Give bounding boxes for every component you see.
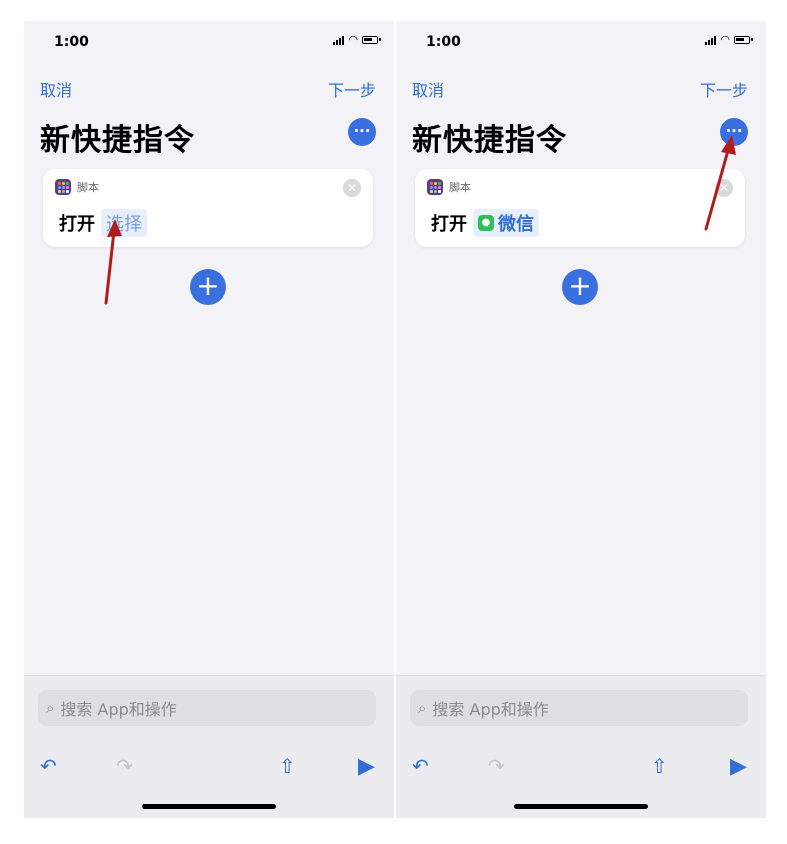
signal-icon (333, 35, 345, 45)
battery-icon (362, 36, 381, 44)
wifi-icon: ◠ (348, 33, 358, 46)
selected-app-chip[interactable]: ● 微信 (473, 209, 539, 237)
action-card-body: 打开 ● 微信 (431, 209, 539, 237)
run-icon[interactable]: ▶ (730, 754, 747, 779)
redo-icon[interactable]: ↷ (488, 754, 505, 778)
status-time: 1:00 (54, 34, 89, 50)
run-icon[interactable]: ▶ (358, 754, 375, 779)
action-category-label: 脚本 (77, 181, 99, 194)
search-icon: ⌕ (46, 699, 55, 717)
search-placeholder: 搜索 App和操作 (60, 700, 177, 719)
share-icon[interactable]: ⇧ (279, 754, 296, 778)
status-icons: ◠ (705, 33, 753, 46)
undo-icon[interactable]: ↶ (40, 754, 57, 778)
close-icon[interactable]: ✕ (343, 179, 361, 197)
action-card-header: 脚本 (427, 179, 471, 195)
action-category-label: 脚本 (449, 181, 471, 194)
cancel-button[interactable]: 取消 (40, 77, 72, 101)
annotation-arrow (104, 219, 122, 305)
bottom-panel: ⌕ 搜索 App和操作 ↶ ↷ ⇧ ▶ (24, 675, 394, 818)
action-verb: 打开 (431, 214, 467, 235)
search-field[interactable]: ⌕ 搜索 App和操作 (38, 690, 376, 726)
wechat-icon: ● (478, 215, 494, 231)
next-button[interactable]: 下一步 (700, 77, 748, 101)
page-title: 新快捷指令 (40, 123, 195, 158)
home-indicator (514, 804, 648, 809)
phone-screen-left: 1:00 ◠ 取消 下一步 新快捷指令 ··· 脚本 ✕ 打开 选择 + ⌕ 搜… (24, 21, 394, 818)
status-icons: ◠ (333, 33, 381, 46)
undo-icon[interactable]: ↶ (412, 754, 429, 778)
editor-toolbar: ↶ ↷ ⇧ ▶ (396, 750, 766, 790)
add-action-button[interactable]: + (190, 269, 226, 305)
bottom-panel: ⌕ 搜索 App和操作 ↶ ↷ ⇧ ▶ (396, 675, 766, 818)
editor-toolbar: ↶ ↷ ⇧ ▶ (24, 750, 394, 790)
page-title: 新快捷指令 (412, 123, 567, 158)
phone-screen-right: 1:00 ◠ 取消 下一步 新快捷指令 ··· 脚本 ✕ 打开 ● 微信 + ⌕… (396, 21, 766, 818)
action-card-header: 脚本 (55, 179, 99, 195)
selected-app-label: 微信 (498, 214, 534, 235)
search-field[interactable]: ⌕ 搜索 App和操作 (410, 690, 748, 726)
next-button[interactable]: 下一步 (328, 77, 376, 101)
script-grid-icon (55, 179, 71, 195)
home-indicator (142, 804, 276, 809)
add-action-button[interactable]: + (562, 269, 598, 305)
wifi-icon: ◠ (720, 33, 730, 46)
annotation-arrow (704, 135, 736, 231)
share-icon[interactable]: ⇧ (651, 754, 668, 778)
search-placeholder: 搜索 App和操作 (432, 700, 549, 719)
cancel-button[interactable]: 取消 (412, 77, 444, 101)
signal-icon (705, 35, 717, 45)
more-options-button[interactable]: ··· (348, 118, 376, 146)
action-card[interactable]: 脚本 ✕ 打开 选择 (43, 169, 373, 247)
search-icon: ⌕ (418, 699, 427, 717)
action-verb: 打开 (59, 214, 95, 235)
redo-icon[interactable]: ↷ (116, 754, 133, 778)
script-grid-icon (427, 179, 443, 195)
status-time: 1:00 (426, 34, 461, 50)
battery-icon (734, 36, 753, 44)
